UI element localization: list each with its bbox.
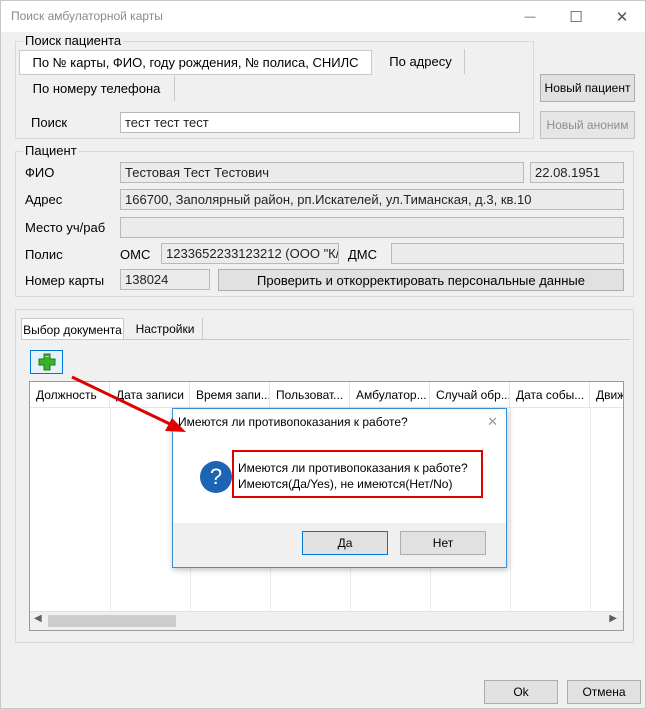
- patient-search-title: Поиск пациента: [23, 33, 124, 48]
- tab-search-by-address-label: По адресу: [389, 54, 452, 69]
- yes-button-label: Да: [337, 536, 353, 550]
- contraindications-dialog: Имеются ли противопоказания к работе? ✕ …: [172, 408, 507, 568]
- minimize-button[interactable]: —: [507, 1, 553, 32]
- column-header[interactable]: Должность: [30, 382, 110, 407]
- ok-button[interactable]: Ok: [484, 680, 558, 704]
- minimize-icon: —: [524, 10, 536, 23]
- new-patient-button[interactable]: Новый пациент: [540, 74, 635, 102]
- dialog-message-line1: Имеются ли противопоказания к работе?: [238, 461, 468, 475]
- scroll-right-icon[interactable]: ▶: [609, 613, 617, 624]
- yes-button[interactable]: Да: [302, 531, 388, 555]
- tab-divider: [21, 339, 630, 340]
- address-field[interactable]: 166700, Заполярный район, рп.Искателей, …: [120, 189, 624, 210]
- tab-settings-label: Настройки: [135, 322, 195, 336]
- patient-group-title: Пациент: [23, 143, 79, 158]
- question-icon-glyph: ?: [209, 464, 223, 489]
- tab-search-by-phone-label: По номеру телефона: [32, 81, 161, 96]
- workplace-label: Место уч/раб: [25, 220, 106, 235]
- no-button[interactable]: Нет: [400, 531, 486, 555]
- tab-search-by-address[interactable]: По адресу: [377, 49, 465, 74]
- query-label: Поиск: [31, 115, 68, 130]
- new-anonymous-button[interactable]: Новый аноним: [540, 111, 635, 139]
- address-label: Адрес: [25, 192, 63, 207]
- window-title: Поиск амбулаторной карты: [11, 9, 163, 23]
- tab-search-by-card-label: По № карты, ФИО, году рождения, № полиса…: [32, 55, 359, 70]
- column-header[interactable]: Время запи...: [190, 382, 270, 407]
- dms-label: ДМС: [348, 247, 378, 262]
- verify-data-button[interactable]: Проверить и откорректировать персональны…: [218, 269, 624, 291]
- tab-search-by-phone[interactable]: По номеру телефона: [19, 76, 175, 101]
- maximize-button[interactable]: ☐: [553, 1, 599, 32]
- tab-document-choice[interactable]: Выбор документа: [21, 318, 124, 340]
- cancel-button-label: Отмена: [582, 685, 626, 699]
- cancel-button[interactable]: Отмена: [567, 680, 641, 704]
- grid-header: Должность Дата записи Время запи... Поль…: [30, 382, 623, 408]
- fio-field[interactable]: Тестовая Тест Тестович: [120, 162, 524, 183]
- column-header[interactable]: Амбулатор...: [350, 382, 430, 407]
- column-header[interactable]: Случай обр...: [430, 382, 510, 407]
- tab-settings[interactable]: Настройки: [128, 318, 203, 340]
- add-document-button[interactable]: [30, 350, 63, 374]
- maximize-icon: ☐: [569, 8, 583, 26]
- horizontal-scrollbar[interactable]: ◀ ▶: [30, 611, 623, 630]
- ok-button-label: Ok: [513, 685, 529, 699]
- tab-document-choice-label: Выбор документа: [23, 322, 122, 337]
- scrollbar-thumb[interactable]: [48, 615, 176, 627]
- dms-field[interactable]: [391, 243, 624, 264]
- dialog-title-bar: Имеются ли противопоказания к работе? ✕: [173, 409, 506, 439]
- oms-field[interactable]: 1233652233123212 (ООО "К/: [161, 243, 339, 264]
- search-window: Поиск амбулаторной карты — ☐ ✕ Поиск пац…: [0, 0, 646, 709]
- close-icon: ✕: [615, 8, 629, 26]
- column-header[interactable]: Движ: [590, 382, 623, 407]
- birth-date-field[interactable]: 22.08.1951: [530, 162, 624, 183]
- policy-label: Полис: [25, 247, 63, 262]
- workplace-field[interactable]: [120, 217, 624, 238]
- close-button[interactable]: ✕: [599, 1, 645, 32]
- dialog-close-icon[interactable]: ✕: [487, 414, 498, 430]
- tab-search-by-card[interactable]: По № карты, ФИО, году рождения, № полиса…: [19, 50, 372, 75]
- oms-label: ОМС: [120, 247, 151, 262]
- column-header[interactable]: Дата записи: [110, 382, 190, 407]
- fio-label: ФИО: [25, 165, 55, 180]
- no-button-label: Нет: [432, 536, 454, 550]
- scroll-left-icon[interactable]: ◀: [34, 613, 42, 624]
- verify-data-button-label: Проверить и откорректировать персональны…: [257, 272, 585, 288]
- column-header[interactable]: Дата собы...: [510, 382, 590, 407]
- card-number-field[interactable]: 138024: [120, 269, 210, 290]
- dialog-title: Имеются ли противопоказания к работе?: [178, 415, 408, 429]
- plus-icon: [38, 353, 55, 371]
- card-number-label: Номер карты: [25, 273, 105, 288]
- new-anonymous-button-label: Новый аноним: [546, 118, 629, 132]
- search-input[interactable]: [120, 112, 520, 133]
- dialog-message-line2: Имеются(Да/Yes), не имеются(Нет/No): [238, 477, 453, 491]
- dialog-body: ? Имеются ли противопоказания к работе? …: [173, 439, 506, 523]
- column-header[interactable]: Пользоват...: [270, 382, 350, 407]
- question-icon: ?: [200, 461, 232, 493]
- title-bar: Поиск амбулаторной карты — ☐ ✕: [1, 1, 645, 32]
- new-patient-button-label: Новый пациент: [544, 81, 631, 95]
